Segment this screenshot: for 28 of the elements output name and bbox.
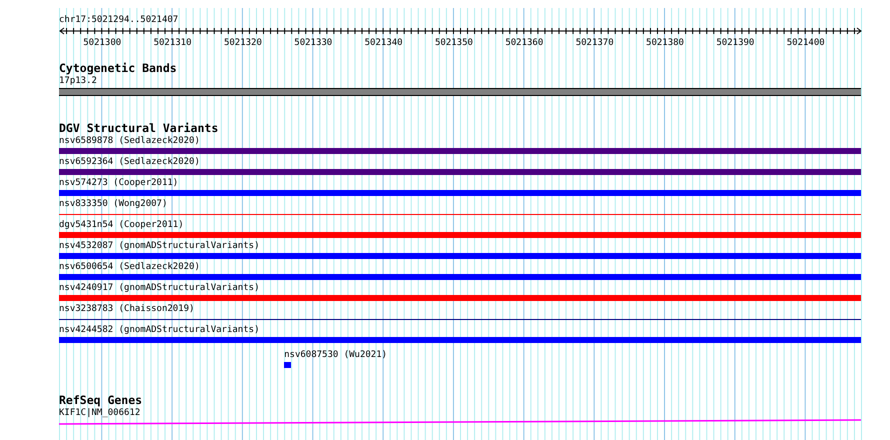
location-label: chr17:5021294..5021407 <box>59 14 178 26</box>
tick-label: 5021400 <box>786 37 825 49</box>
tick-label: 5021370 <box>576 37 614 49</box>
band-label: 17p13.2 <box>59 75 97 87</box>
track-title: RefSeq Genes <box>59 394 142 407</box>
track-title: DGV Structural Variants <box>59 122 218 135</box>
variant-label: nsv4240917 (gnomADStructuralVariants) <box>59 282 260 294</box>
variant-label: nsv6087530 (Wu2021) <box>284 349 388 361</box>
tick-label: 5021340 <box>364 37 403 49</box>
tick-label: 5021330 <box>294 37 332 49</box>
variant-label: nsv6500654 (Sedlazeck2020) <box>59 261 200 273</box>
tick-label: 5021390 <box>716 37 754 49</box>
variant-label: nsv833350 (Wong2007) <box>59 198 168 210</box>
track-title: Cytogenetic Bands <box>59 62 177 75</box>
tick-label: 5021300 <box>83 37 122 49</box>
tick-label: 5021320 <box>224 37 262 49</box>
variant-label: nsv3238783 (Chaisson2019) <box>59 303 194 315</box>
variant-label: nsv4244582 (gnomADStructuralVariants) <box>59 324 260 336</box>
tick-label: 5021310 <box>154 37 192 49</box>
variant-label: nsv4532087 (gnomADStructuralVariants) <box>59 240 260 252</box>
variant-label: nsv6589878 (Sedlazeck2020) <box>59 135 200 147</box>
tick-label: 5021350 <box>434 37 473 49</box>
variant-label: nsv6592364 (Sedlazeck2020) <box>59 156 200 168</box>
gene-label: KIF1C|NM_006612 <box>59 407 140 419</box>
tick-label: 5021380 <box>646 37 684 49</box>
variant-label: nsv574273 (Cooper2011) <box>59 177 178 189</box>
tick-label: 5021360 <box>505 37 544 49</box>
variant-label: dgv5431n54 (Cooper2011) <box>59 219 184 231</box>
